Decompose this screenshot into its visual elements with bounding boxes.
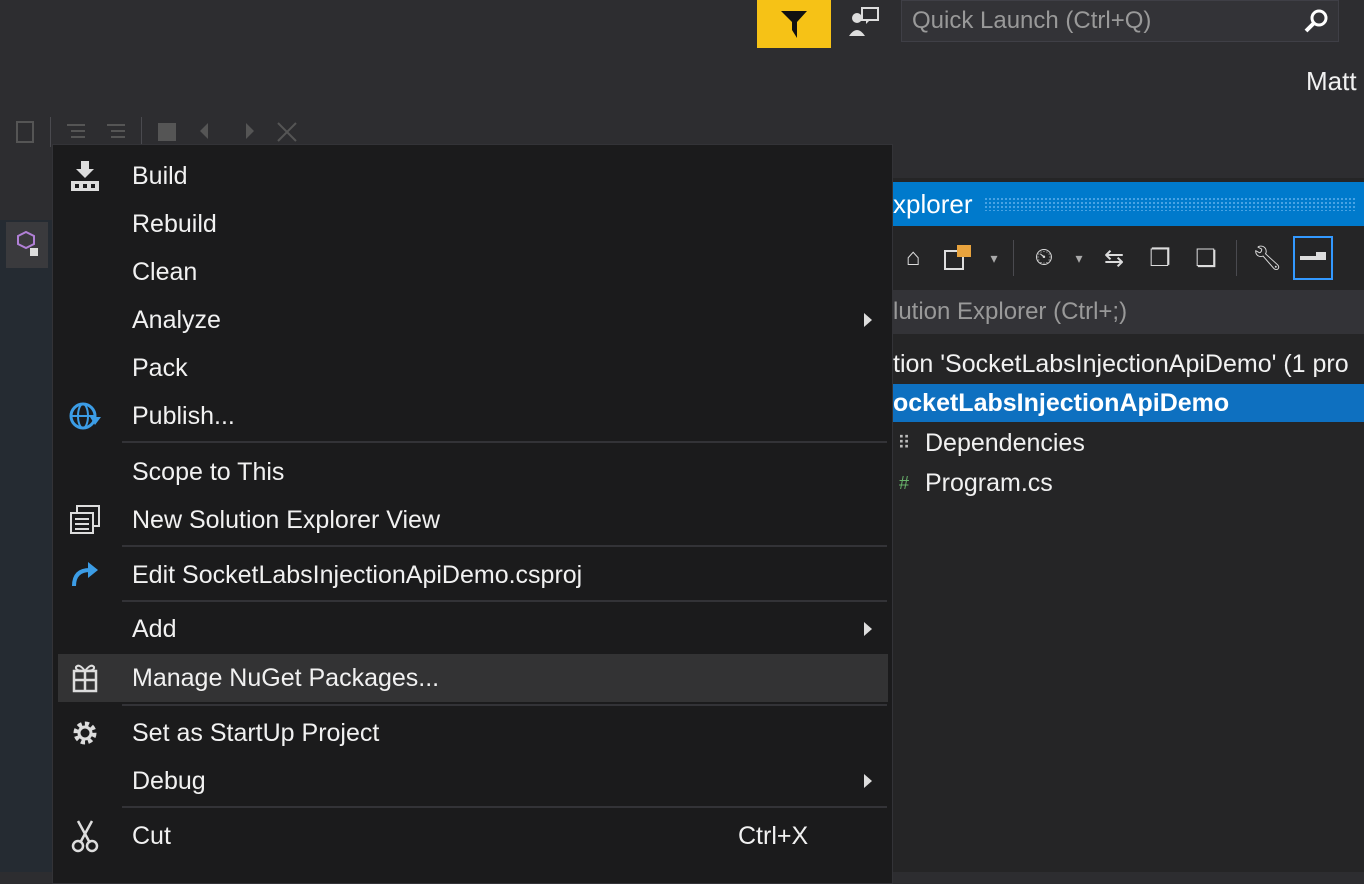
- tree-item-project[interactable]: ocketLabsInjectionApiDemo: [893, 384, 1364, 422]
- show-all-files-icon[interactable]: ❏: [1186, 236, 1226, 280]
- menu-separator: [122, 545, 887, 547]
- menu-item-shortcut: Ctrl+X: [738, 821, 809, 850]
- tree-item-dependencies[interactable]: ⠿ Dependencies: [893, 424, 1364, 462]
- menu-item-edit-csproj[interactable]: Edit SocketLabsInjectionApiDemo.csproj: [58, 553, 888, 597]
- menu-item-scope-to-this[interactable]: Scope to This: [58, 450, 888, 494]
- comment-icon[interactable]: [61, 117, 91, 147]
- menu-item-label: Edit SocketLabsInjectionApiDemo.csproj: [132, 560, 583, 589]
- menu-item-label: Rebuild: [132, 209, 217, 238]
- menu-item-label: New Solution Explorer View: [132, 505, 441, 534]
- menu-item-label: Add: [132, 614, 177, 643]
- menu-item-clean[interactable]: Clean: [58, 250, 888, 294]
- menu-item-label: Build: [132, 161, 188, 190]
- tree-item-label: tion 'SocketLabsInjectionApiDemo' (1 pro: [893, 349, 1349, 378]
- user-name[interactable]: Matt: [1306, 66, 1357, 97]
- home-icon[interactable]: ⌂: [893, 236, 933, 280]
- menu-item-label: Clean: [132, 257, 198, 286]
- menu-item-publish[interactable]: Publish...: [58, 394, 888, 438]
- quick-launch-box[interactable]: [901, 0, 1339, 42]
- menu-item-label: Debug: [132, 766, 206, 795]
- preview-selected-icon[interactable]: [1293, 236, 1333, 280]
- tree-item-program-cs[interactable]: # Program.cs: [893, 464, 1364, 502]
- submenu-arrow-icon: [848, 621, 888, 637]
- menu-item-new-solution-explorer-view[interactable]: New Solution Explorer View: [58, 498, 888, 542]
- quick-launch-input[interactable]: [902, 6, 1294, 36]
- gear-icon: [58, 717, 112, 749]
- menu-item-cut[interactable]: Cut Ctrl+X: [58, 814, 888, 858]
- menu-item-label: Scope to This: [132, 457, 285, 486]
- toolbar-separator: [1013, 240, 1014, 276]
- toolbar-separator: [50, 117, 51, 147]
- solution-explorer-toolbar: ⌂ ▾ ⏲ ▾ ⇆ ❐ ❏ 🔧︎: [893, 230, 1364, 286]
- menu-item-analyze[interactable]: Analyze: [58, 298, 888, 342]
- bookmark-icon[interactable]: [152, 117, 182, 147]
- menu-item-debug[interactable]: Debug: [58, 759, 888, 803]
- csharp-file-icon: #: [898, 472, 909, 493]
- toolbar-separator: [1236, 240, 1237, 276]
- submenu-arrow-icon: [848, 312, 888, 328]
- publish-globe-icon: [58, 399, 112, 433]
- menu-item-manage-nuget-packages[interactable]: Manage NuGet Packages...: [58, 654, 888, 702]
- menu-item-rebuild[interactable]: Rebuild: [58, 202, 888, 246]
- uncomment-icon[interactable]: [101, 117, 131, 147]
- chevron-down-icon[interactable]: ▾: [985, 236, 1003, 280]
- new-view-icon: [58, 503, 112, 537]
- next-bookmark-icon[interactable]: [232, 117, 262, 147]
- menu-item-build[interactable]: Build: [58, 154, 888, 198]
- chevron-down-icon[interactable]: ▾: [1070, 236, 1088, 280]
- menu-separator: [122, 806, 887, 808]
- scissors-icon: [58, 819, 112, 853]
- switch-views-icon[interactable]: [939, 236, 979, 280]
- search-placeholder: lution Explorer (Ctrl+;): [893, 298, 1128, 325]
- notifications-icon[interactable]: [846, 4, 882, 40]
- menu-separator: [122, 441, 887, 443]
- pending-changes-icon[interactable]: ⏲: [1024, 236, 1064, 280]
- wrench-properties-icon[interactable]: 🔧︎: [1247, 236, 1287, 280]
- menu-item-label: Manage NuGet Packages...: [132, 663, 440, 692]
- search-icon[interactable]: [1294, 1, 1338, 41]
- feedback-flag-icon: [781, 11, 807, 38]
- feedback-button[interactable]: [757, 0, 831, 48]
- tree-item-label: Program.cs: [925, 468, 1053, 497]
- left-editor-pane: [0, 220, 52, 872]
- tree-item-solution[interactable]: tion 'SocketLabsInjectionApiDemo' (1 pro: [893, 345, 1364, 383]
- menu-item-label: Publish...: [132, 401, 235, 430]
- menu-item-pack[interactable]: Pack: [58, 346, 888, 390]
- toolbar-separator: [141, 117, 142, 147]
- submenu-arrow-icon: [848, 773, 888, 789]
- tree-item-label: ocketLabsInjectionApiDemo: [893, 388, 1230, 417]
- solution-explorer-search[interactable]: lution Explorer (Ctrl+;): [893, 290, 1364, 334]
- project-tab-icon[interactable]: [6, 222, 48, 268]
- menu-item-label: Set as StartUp Project: [132, 718, 380, 747]
- menu-separator: [122, 704, 887, 706]
- menu-item-set-as-startup-project[interactable]: Set as StartUp Project: [58, 711, 888, 755]
- solution-explorer-title: xplorer: [893, 188, 973, 219]
- menu-item-label: Analyze: [132, 305, 221, 334]
- menu-separator: [122, 600, 887, 602]
- menu-item-add[interactable]: Add: [58, 607, 888, 651]
- menu-item-label: Pack: [132, 353, 188, 382]
- menu-item-label: Cut: [132, 821, 171, 850]
- edit-redo-icon: [58, 558, 112, 592]
- dependencies-icon: ⠿: [897, 432, 911, 453]
- nuget-icon: [58, 661, 112, 695]
- person-chat-icon: [849, 7, 879, 36]
- build-icon: [58, 159, 112, 193]
- copy-icon[interactable]: [10, 117, 40, 147]
- title-grip: [984, 197, 1356, 211]
- prev-bookmark-icon[interactable]: [192, 117, 222, 147]
- tree-item-label: Dependencies: [925, 428, 1085, 457]
- collapse-all-icon[interactable]: ❐: [1140, 236, 1180, 280]
- solution-explorer-title-bar[interactable]: xplorer: [893, 182, 1364, 226]
- clear-bookmarks-icon[interactable]: [272, 117, 302, 147]
- sync-icon[interactable]: ⇆: [1094, 236, 1134, 280]
